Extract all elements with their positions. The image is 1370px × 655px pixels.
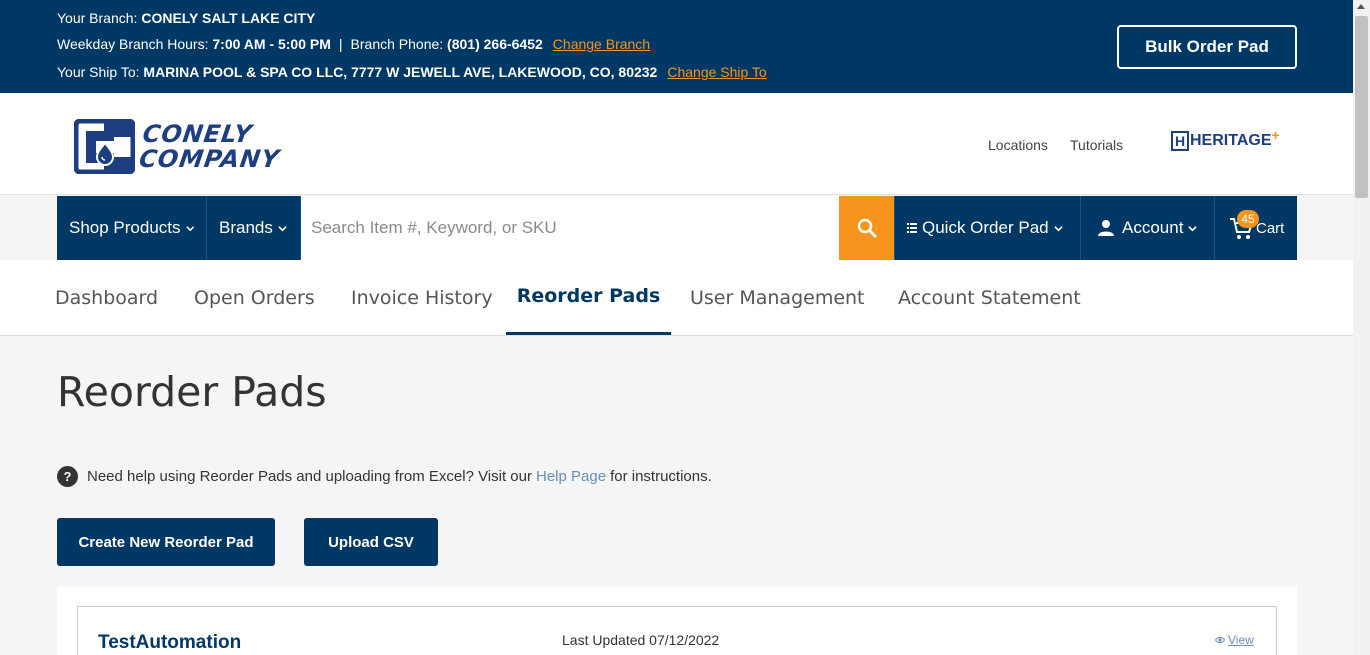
change-branch-link[interactable]: Change Branch xyxy=(553,36,650,52)
conely-logo[interactable]: CONELY COMPANY xyxy=(74,119,284,174)
chevron-down-icon xyxy=(1053,225,1063,231)
shipto-value: MARINA POOL & SPA CO LLC, 7777 W JEWELL … xyxy=(143,64,658,80)
logo-line2: COMPANY xyxy=(137,144,282,173)
heritage-logo[interactable]: H HERITAGE + xyxy=(1171,127,1280,151)
heritage-h-icon: H xyxy=(1171,131,1189,151)
chevron-down-icon xyxy=(278,225,287,231)
help-text: Need help using Reorder Pads and uploadi… xyxy=(87,468,532,485)
shipto-line: Your Ship To: MARINA POOL & SPA CO LLC, … xyxy=(57,64,767,80)
page-title: Reorder Pads xyxy=(57,368,327,416)
quick-order-pad-menu[interactable]: Quick Order Pad xyxy=(895,196,1081,260)
tab-open-orders[interactable]: Open Orders xyxy=(194,260,315,335)
reorder-pad-card: TestAutomation Last Updated 07/12/2022 V… xyxy=(77,606,1277,655)
phone-label: Branch Phone: xyxy=(350,36,448,52)
main-nav: Shop Products Brands Quick Order Pad Acc… xyxy=(57,196,1297,260)
logo-wordmark: CONELY COMPANY xyxy=(137,119,284,173)
brands-menu[interactable]: Brands xyxy=(207,196,301,260)
conely-drop-icon xyxy=(74,119,135,174)
account-label: Account xyxy=(1122,218,1184,237)
quick-order-pad-label: Quick Order Pad xyxy=(922,218,1049,237)
cart-count-badge: 45 xyxy=(1237,210,1259,228)
phone-value: (801) 266-6452 xyxy=(447,36,543,52)
brands-label: Brands xyxy=(219,218,273,237)
account-menu[interactable]: Account xyxy=(1081,196,1215,260)
user-icon xyxy=(1098,220,1114,236)
branch-label: Your Branch: xyxy=(57,10,142,26)
chevron-down-icon xyxy=(185,225,194,231)
tutorials-link[interactable]: Tutorials xyxy=(1070,137,1123,153)
hours-label: Weekday Branch Hours: xyxy=(57,36,213,52)
locations-link[interactable]: Locations xyxy=(988,137,1048,153)
reorder-pads-list: TestAutomation Last Updated 07/12/2022 V… xyxy=(57,586,1297,655)
scroll-up-arrow-icon[interactable] xyxy=(1357,4,1365,9)
logo-line1: CONELY xyxy=(140,119,255,148)
view-pad-link[interactable]: View xyxy=(1215,633,1254,647)
shop-products-menu[interactable]: Shop Products xyxy=(57,196,207,260)
change-shipto-link[interactable]: Change Ship To xyxy=(667,64,766,80)
heritage-plus-icon: + xyxy=(1271,127,1280,143)
search-icon xyxy=(857,218,876,238)
pad-last-updated: Last Updated 07/12/2022 xyxy=(562,632,720,648)
shipto-label: Your Ship To: xyxy=(57,64,144,80)
help-suffix: for instructions. xyxy=(610,468,712,485)
tab-account-statement[interactable]: Account Statement xyxy=(898,260,1081,335)
scroll-thumb[interactable] xyxy=(1355,16,1368,198)
account-tabs: Dashboard Open Orders Invoice History Re… xyxy=(0,260,1353,336)
hours-value: 7:00 AM - 5:00 PM xyxy=(212,36,331,52)
branch-info-bar: Your Branch: CONELY SALT LAKE CITY Weekd… xyxy=(0,0,1353,93)
cart-button[interactable]: 45 Cart xyxy=(1215,196,1297,260)
pad-name[interactable]: TestAutomation xyxy=(98,632,241,654)
site-header: CONELY COMPANY Locations Tutorials H HER… xyxy=(0,93,1353,195)
branch-value: CONELY SALT LAKE CITY xyxy=(141,10,316,26)
chevron-down-icon xyxy=(1188,225,1198,231)
search-box xyxy=(301,196,839,260)
bulk-order-pad-button[interactable]: Bulk Order Pad xyxy=(1117,25,1297,69)
tab-invoice-history[interactable]: Invoice History xyxy=(351,260,493,335)
tab-reorder-pads[interactable]: Reorder Pads xyxy=(506,260,671,335)
hours-line: Weekday Branch Hours: 7:00 AM - 5:00 PM |… xyxy=(57,36,650,52)
create-reorder-pad-button[interactable]: Create New Reorder Pad xyxy=(57,518,275,566)
view-label: View xyxy=(1228,633,1254,647)
help-page-link[interactable]: Help Page xyxy=(536,468,606,485)
shop-products-label: Shop Products xyxy=(69,218,181,237)
upload-csv-button[interactable]: Upload CSV xyxy=(304,518,438,566)
branch-line: Your Branch: CONELY SALT LAKE CITY xyxy=(57,10,315,26)
list-icon xyxy=(907,223,917,233)
help-icon: ? xyxy=(57,466,78,487)
help-notice: ? Need help using Reorder Pads and uploa… xyxy=(57,466,712,487)
cart-label: Cart xyxy=(1256,219,1285,237)
eye-icon xyxy=(1215,636,1225,644)
page-scrollbar[interactable] xyxy=(1353,0,1370,655)
search-button[interactable] xyxy=(839,196,895,260)
heritage-text: HERITAGE xyxy=(1190,132,1272,149)
tab-user-management[interactable]: User Management xyxy=(690,260,865,335)
tab-dashboard[interactable]: Dashboard xyxy=(55,260,158,335)
separator: | xyxy=(338,36,343,52)
search-input[interactable] xyxy=(311,218,839,238)
